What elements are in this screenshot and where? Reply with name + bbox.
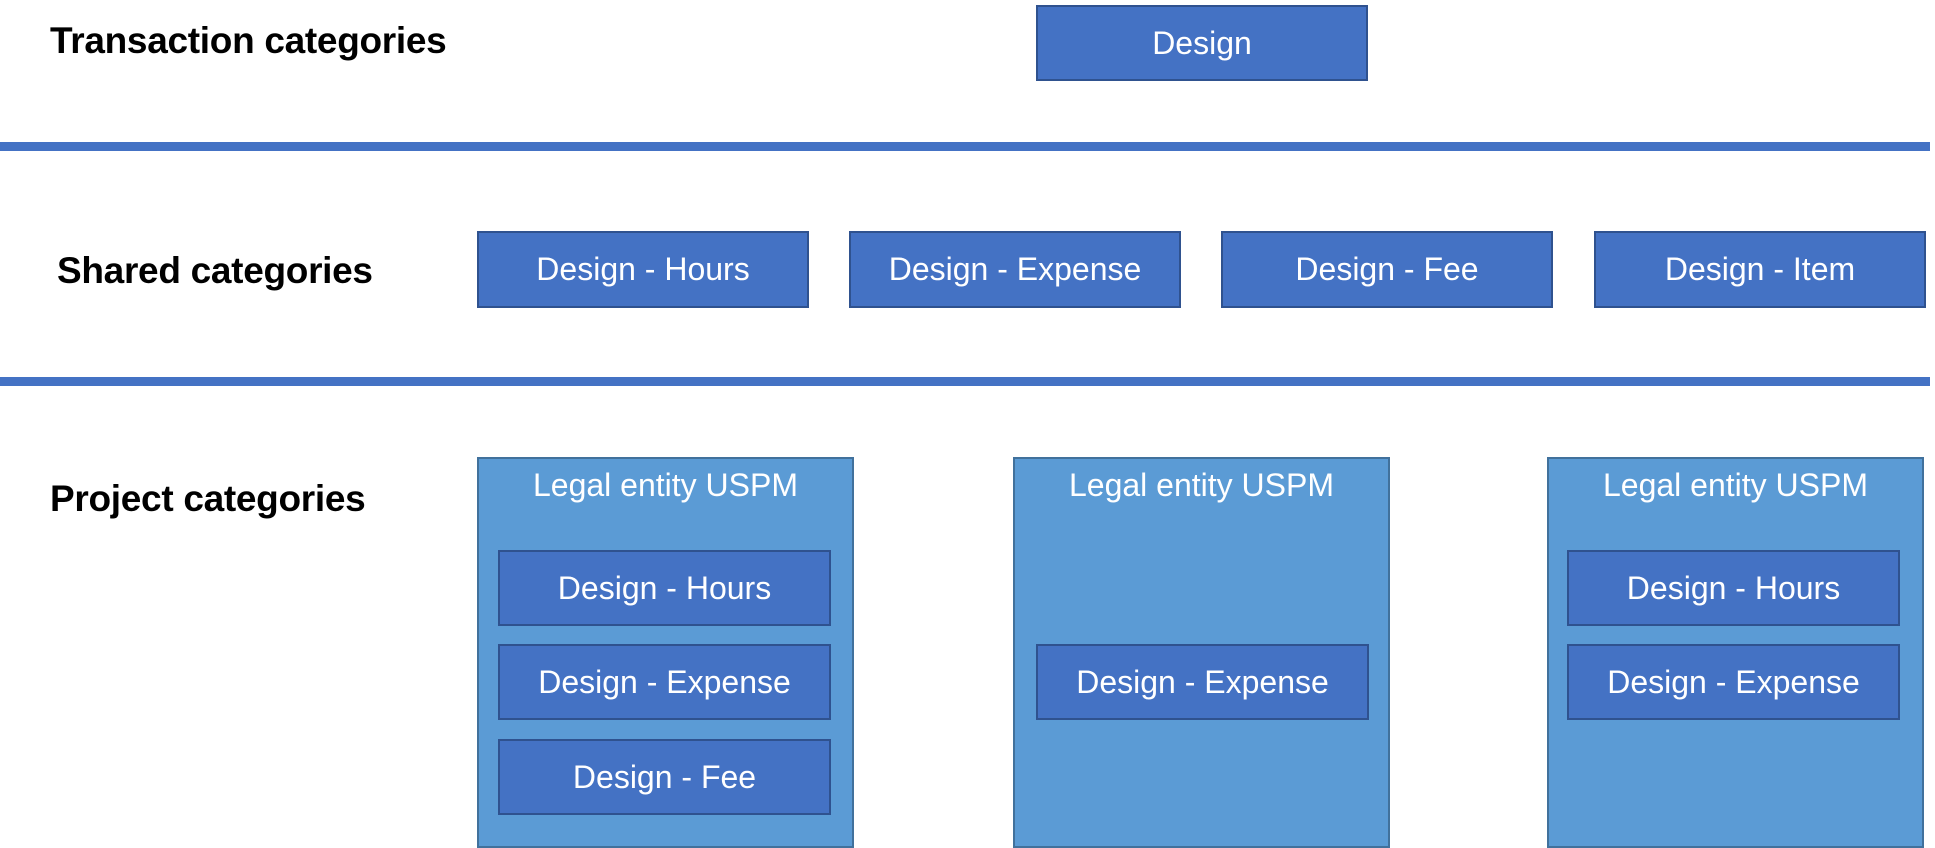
transaction-categories-label: Transaction categories [50, 20, 447, 61]
project-categories-label: Project categories [50, 478, 366, 519]
section-divider-1 [0, 142, 1930, 151]
project-2-category-expense: Design - Expense [1036, 644, 1369, 720]
transaction-category-design: Design [1036, 5, 1368, 81]
shared-categories-label: Shared categories [57, 250, 373, 291]
shared-category-expense: Design - Expense [849, 231, 1181, 308]
shared-category-fee: Design - Fee [1221, 231, 1553, 308]
project-3-category-hours: Design - Hours [1567, 550, 1900, 626]
legal-entity-title: Legal entity USPM [1068, 467, 1334, 503]
project-1-category-fee: Design - Fee [498, 739, 831, 815]
project-1-category-expense: Design - Expense [498, 644, 831, 720]
legal-entity-title: Legal entity USPM [1602, 467, 1868, 503]
project-1-category-hours: Design - Hours [498, 550, 831, 626]
shared-category-hours: Design - Hours [477, 231, 809, 308]
section-divider-2 [0, 377, 1930, 386]
project-3-category-expense: Design - Expense [1567, 644, 1900, 720]
shared-category-item: Design - Item [1594, 231, 1926, 308]
legal-entity-title: Legal entity USPM [532, 467, 798, 503]
